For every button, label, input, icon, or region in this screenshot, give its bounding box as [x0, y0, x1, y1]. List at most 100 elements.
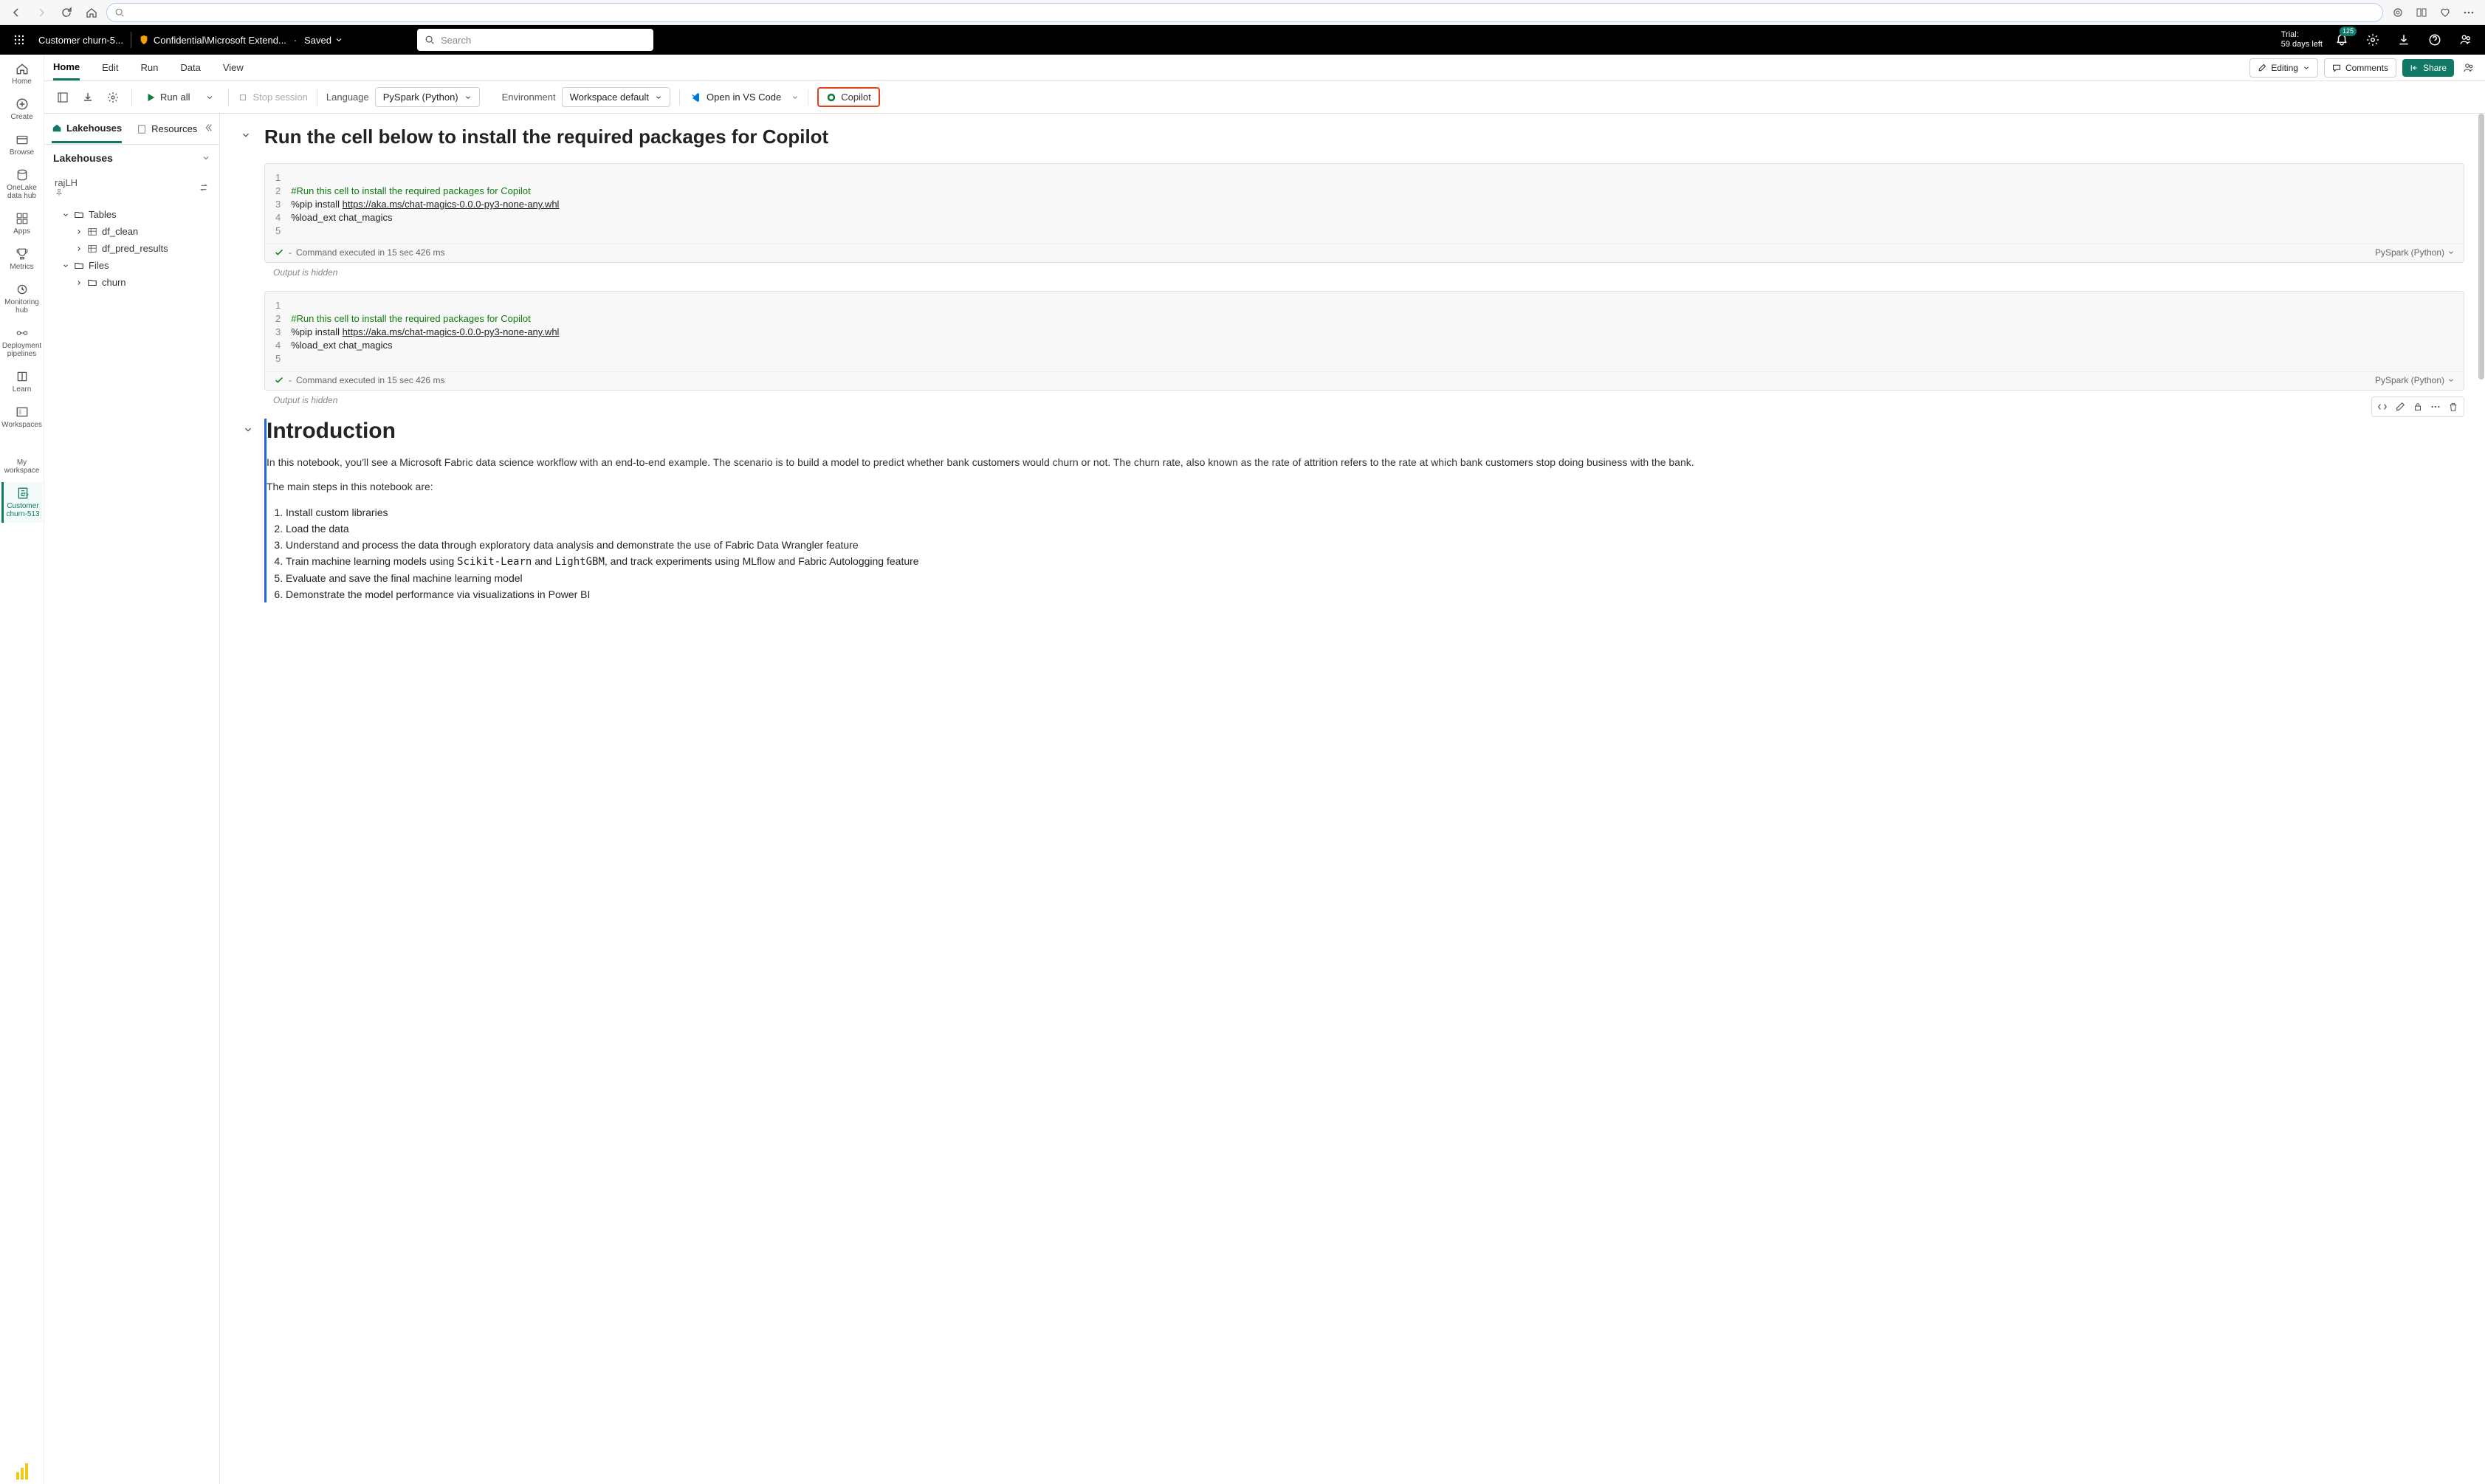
cell-status-row: -Command executed in 15 sec 426 ms PySpa… — [265, 371, 2464, 390]
list-item: Evaluate and save the final machine lear… — [286, 570, 2464, 586]
browser-home-button[interactable] — [81, 2, 102, 23]
rail-create[interactable]: Create — [1, 93, 43, 126]
browser-back-button[interactable] — [6, 2, 27, 23]
rail-active-notebook[interactable]: Customer churn-513 — [1, 482, 43, 523]
chevron-down-icon — [334, 35, 343, 44]
document-title[interactable]: Customer churn-5... — [38, 35, 123, 46]
chevron-down-icon — [464, 94, 472, 101]
tab-run[interactable]: Run — [141, 56, 159, 79]
output-hidden-label[interactable]: Output is hidden — [273, 267, 2470, 278]
global-search-input[interactable]: Search — [417, 29, 653, 51]
lakehouse-name-row[interactable]: rajLH — [44, 171, 219, 203]
rail-my-workspace[interactable]: My workspace — [1, 454, 43, 479]
browser-collections-icon[interactable] — [2435, 2, 2455, 23]
chevron-down-icon — [2447, 377, 2455, 384]
environment-dropdown[interactable]: Workspace default — [562, 87, 670, 107]
presence-button[interactable] — [2460, 59, 2478, 77]
rail-deploy[interactable]: Deployment pipelines — [1, 322, 43, 363]
tree-file-churn[interactable]: churn — [49, 274, 215, 291]
app-launcher-icon[interactable] — [7, 28, 31, 52]
scrollbar[interactable] — [2478, 114, 2484, 379]
stop-icon — [238, 92, 248, 103]
cell-lang-dropdown[interactable]: PySpark (Python) — [2375, 247, 2455, 258]
main-area: Lakehouses Resources Lakehouses rajLH Ta… — [44, 114, 2485, 1484]
cell-lock-button[interactable] — [2409, 399, 2427, 415]
code-cell-2[interactable]: 1 2 3 4 5 #Run this cell to install the … — [264, 291, 2464, 391]
rail-onelake[interactable]: OneLake data hub — [1, 164, 43, 205]
code-content[interactable]: #Run this cell to install the required p… — [291, 171, 559, 238]
language-dropdown[interactable]: PySpark (Python) — [375, 87, 480, 107]
language-label: Language — [326, 92, 369, 103]
shield-icon — [139, 35, 149, 45]
sensitivity-label[interactable]: Confidential\Microsoft Extend... — [139, 35, 286, 46]
comment-icon — [2332, 63, 2341, 72]
cell-edit-button[interactable] — [2391, 399, 2409, 415]
browser-refresh-button[interactable] — [56, 2, 77, 23]
settings-button[interactable] — [2361, 28, 2385, 52]
rail-apps[interactable]: Apps — [1, 207, 43, 240]
tree-files[interactable]: Files — [49, 257, 215, 274]
help-button[interactable] — [2423, 28, 2447, 52]
swap-icon[interactable] — [199, 182, 209, 193]
account-button[interactable] — [2454, 28, 2478, 52]
pin-icon[interactable] — [55, 188, 82, 197]
save-status-dropdown[interactable]: Saved — [304, 35, 343, 46]
tab-view[interactable]: View — [223, 56, 244, 79]
cell-lang-dropdown[interactable]: PySpark (Python) — [2375, 375, 2455, 385]
downloads-button[interactable] — [2392, 28, 2416, 52]
rail-metrics[interactable]: Metrics — [1, 243, 43, 275]
tab-home[interactable]: Home — [53, 55, 80, 80]
explorer-collapse-button[interactable] — [203, 123, 213, 133]
share-button[interactable]: Share — [2402, 59, 2454, 77]
cell-collapse-toggle[interactable] — [243, 425, 253, 435]
cell-more-button[interactable] — [2427, 399, 2444, 415]
browser-split-icon[interactable] — [2411, 2, 2432, 23]
comments-button[interactable]: Comments — [2324, 58, 2396, 78]
rail-home[interactable]: Home — [1, 58, 43, 90]
copilot-button[interactable]: Copilot — [817, 87, 879, 107]
code-cell-1[interactable]: 1 2 3 4 5 #Run this cell to install the … — [264, 163, 2464, 263]
tab-data[interactable]: Data — [180, 56, 200, 79]
intro-paragraph-2: The main steps in this notebook are: — [267, 480, 2464, 494]
cell-collapse-toggle[interactable] — [241, 130, 251, 140]
markdown-cell-intro[interactable]: Introduction In this notebook, you'll se… — [264, 419, 2470, 602]
notebook-canvas[interactable]: Run the cell below to install the requir… — [220, 114, 2485, 1484]
run-all-dropdown[interactable] — [200, 88, 219, 107]
notifications-button[interactable]: 125 — [2330, 28, 2354, 52]
browser-chrome — [0, 0, 2485, 25]
stop-session-button[interactable]: Stop session — [238, 92, 307, 103]
tree-table-df_pred_results[interactable]: df_pred_results — [49, 240, 215, 257]
chevron-down-icon[interactable] — [202, 154, 210, 162]
notebook-options-icon[interactable] — [53, 88, 72, 107]
editing-mode-dropdown[interactable]: Editing — [2249, 58, 2318, 78]
app-topbar: Customer churn-5... Confidential\Microso… — [0, 25, 2485, 55]
cell-code-toggle[interactable] — [2374, 399, 2391, 415]
browser-more-icon[interactable] — [2458, 2, 2479, 23]
rail-browse[interactable]: Browse — [1, 128, 43, 161]
browser-ext-icon[interactable] — [2388, 2, 2408, 23]
tab-edit[interactable]: Edit — [102, 56, 118, 79]
tree-table-df_clean[interactable]: df_clean — [49, 223, 215, 240]
environment-label: Environment — [502, 92, 556, 103]
intro-heading: Introduction — [267, 419, 2464, 444]
notebook-settings-icon[interactable] — [103, 88, 123, 107]
open-vscode-button[interactable]: Open in VS Code — [689, 92, 799, 103]
list-item: Demonstrate the model performance via vi… — [286, 586, 2464, 602]
rail-monitoring[interactable]: Monitoring hub — [1, 278, 43, 319]
explorer-tab-resources[interactable]: Resources — [137, 116, 197, 142]
markdown-cell-heading: Run the cell below to install the requir… — [264, 126, 2470, 148]
browser-address-bar[interactable] — [106, 3, 2383, 22]
rail-learn[interactable]: Learn — [1, 365, 43, 398]
tree-tables[interactable]: Tables — [49, 206, 215, 223]
list-item: Load the data — [286, 521, 2464, 537]
code-content[interactable]: #Run this cell to install the required p… — [291, 299, 559, 365]
chevron-down-icon — [2303, 64, 2310, 72]
download-notebook-icon[interactable] — [78, 88, 97, 107]
search-icon — [425, 35, 435, 45]
browser-forward-button[interactable] — [31, 2, 52, 23]
output-hidden-label[interactable]: Output is hidden — [273, 395, 2470, 405]
rail-workspaces[interactable]: Workspaces — [1, 401, 43, 433]
run-all-button[interactable]: Run all — [141, 92, 194, 103]
explorer-tab-lakehouses[interactable]: Lakehouses — [52, 115, 122, 143]
cell-delete-button[interactable] — [2444, 399, 2462, 415]
